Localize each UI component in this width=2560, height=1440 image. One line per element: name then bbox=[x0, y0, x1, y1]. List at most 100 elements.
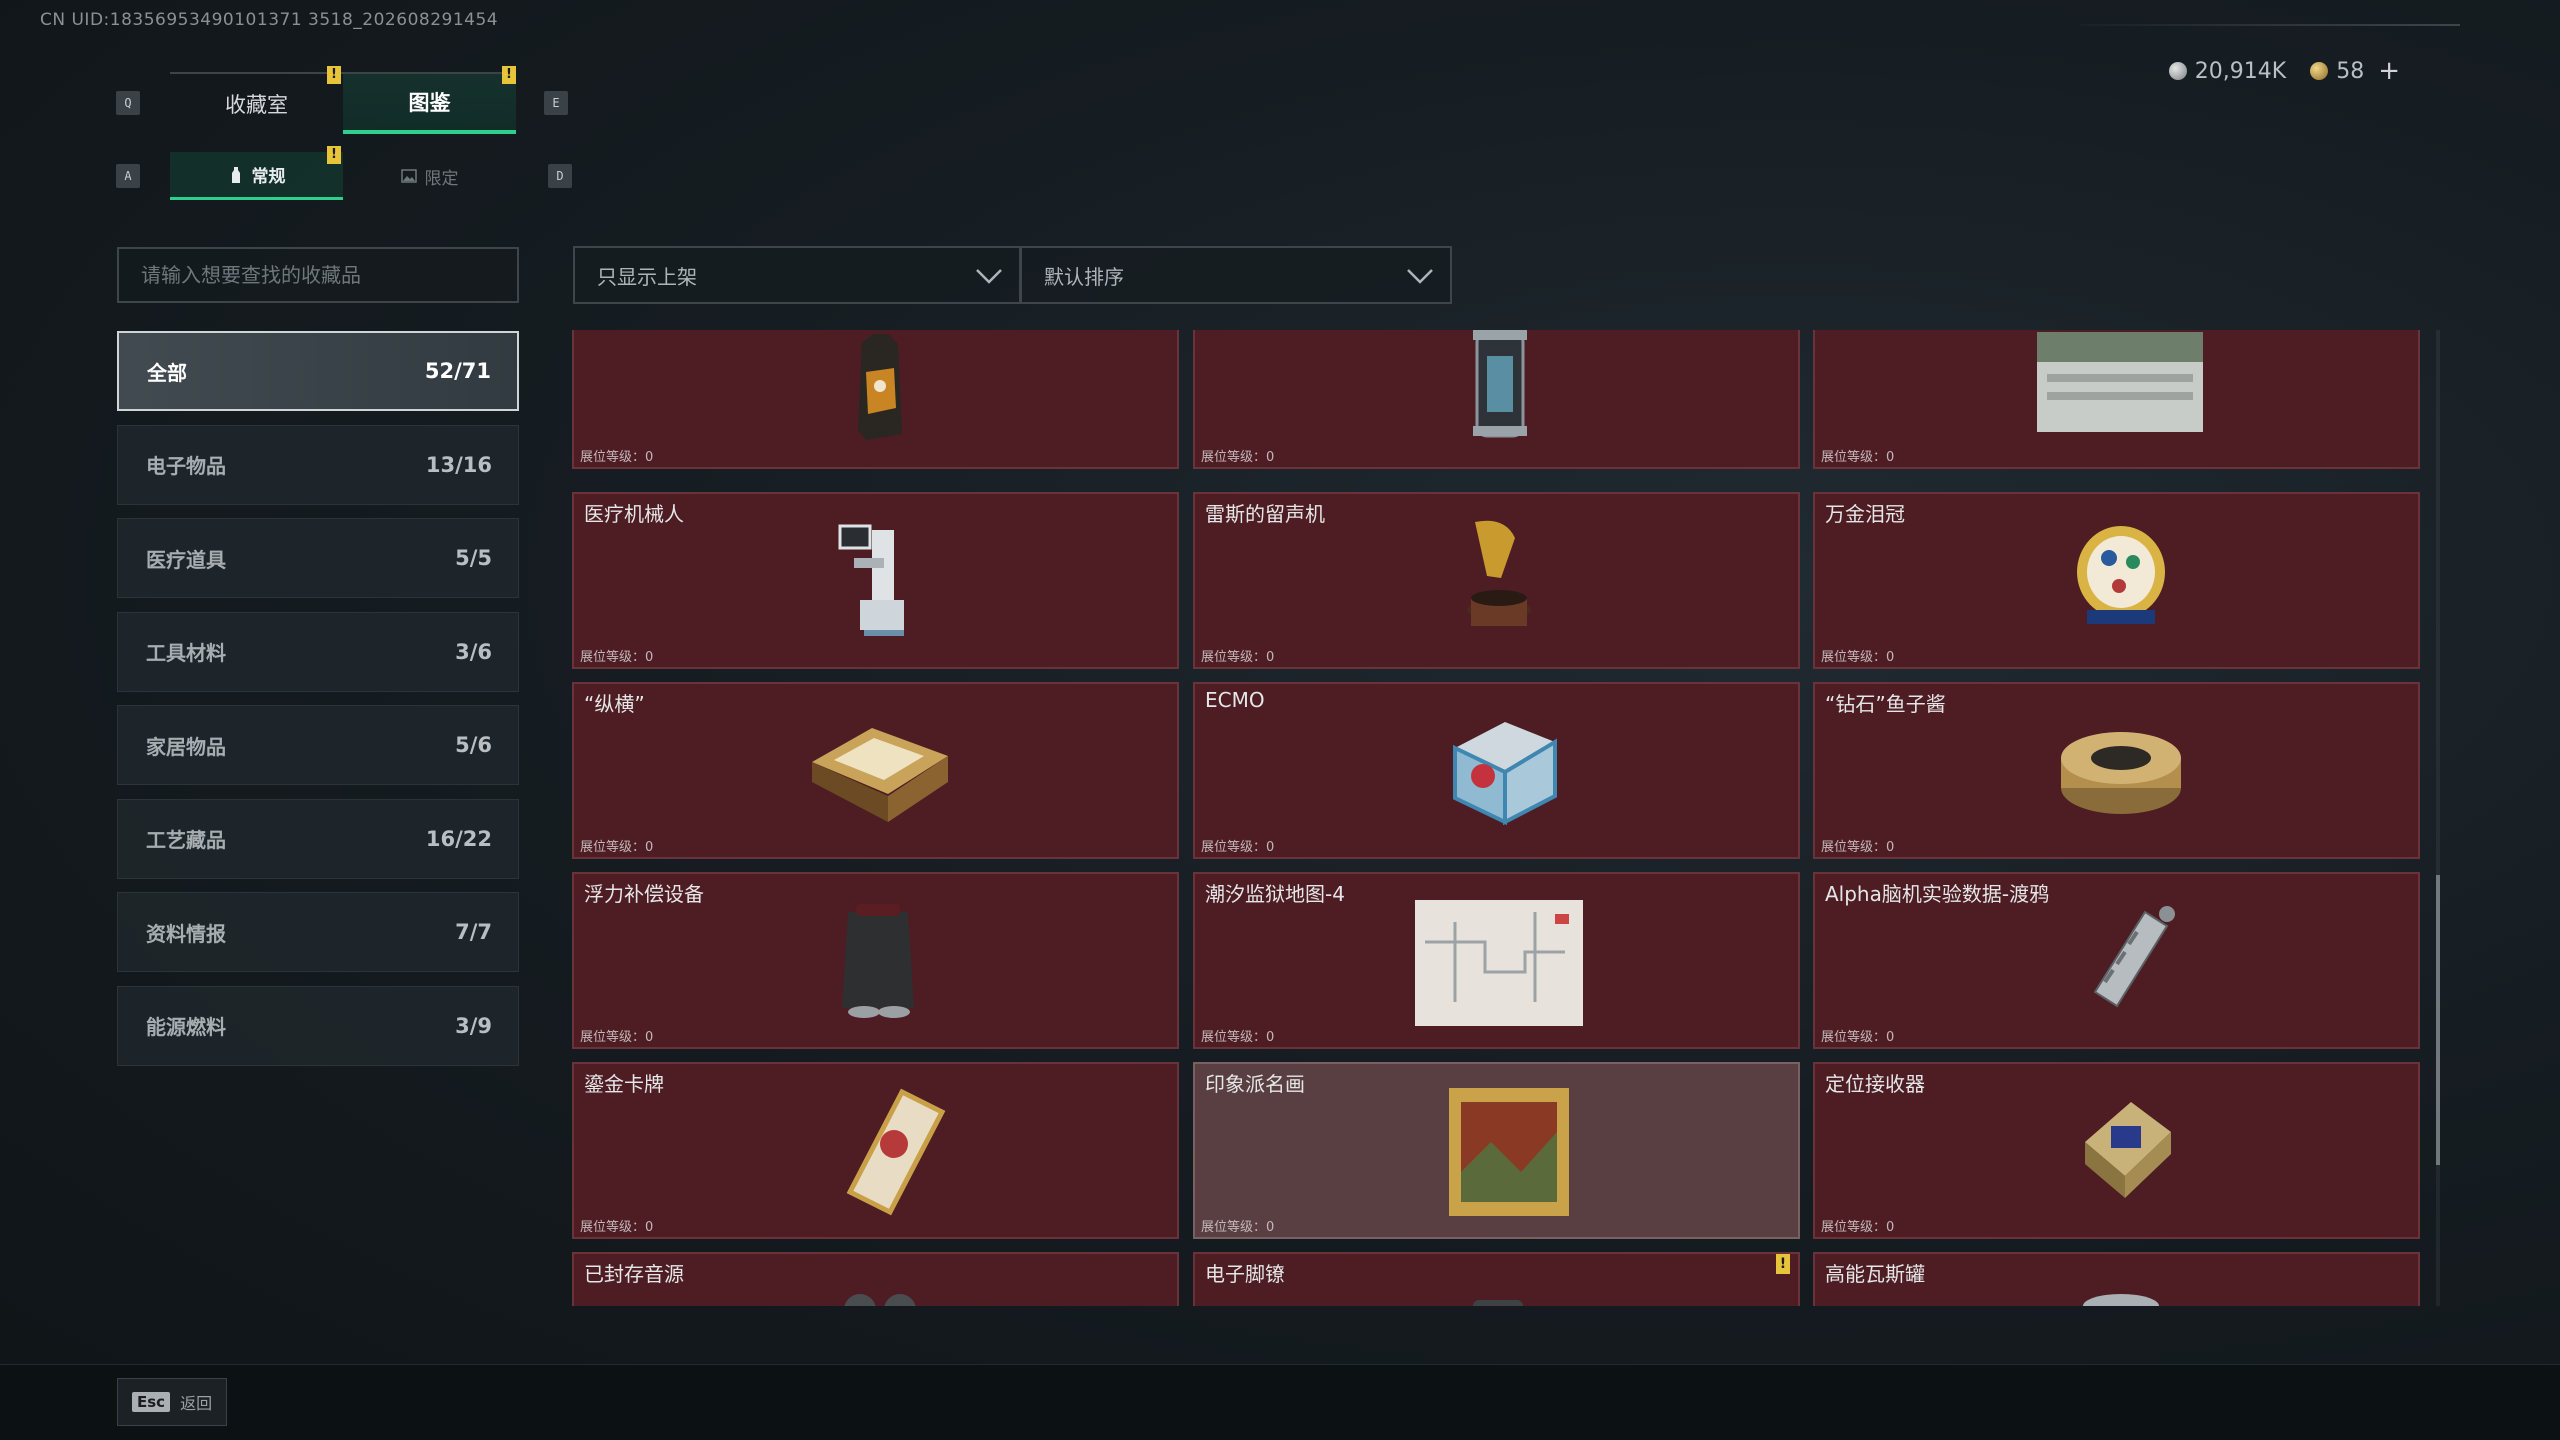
item-name: “纵横” bbox=[584, 692, 645, 716]
item-card[interactable]: “纵横” 展位等级：0 bbox=[572, 682, 1179, 859]
category-label: 家居物品 bbox=[146, 734, 226, 759]
uid-label: CN UID:18356953490101371 3518_2026082914… bbox=[40, 10, 499, 30]
esc-key-hint: Esc bbox=[132, 1392, 171, 1412]
subtab-label: 常规 bbox=[251, 167, 286, 187]
item-card[interactable]: 万金泪冠 展位等级：0 bbox=[1813, 492, 2420, 669]
item-name: 潮汐监狱地图-4 bbox=[1205, 882, 1345, 906]
tab-collection-room[interactable]: 收藏室 ! bbox=[170, 66, 343, 134]
booth-level: 展位等级：0 bbox=[1821, 450, 1895, 465]
item-name: 电子脚镣 bbox=[1205, 1262, 1285, 1286]
item-name: 雷斯的留声机 bbox=[1205, 502, 1325, 526]
tab-encyclopedia[interactable]: 图鉴 ! bbox=[343, 66, 516, 134]
item-card[interactable]: 浮力补偿设备 展位等级：0 bbox=[572, 872, 1179, 1049]
chevron-down-icon bbox=[976, 269, 1002, 284]
data-canister-icon bbox=[2093, 906, 2175, 1008]
item-card[interactable]: 展位等级：0 bbox=[572, 330, 1179, 469]
display-filter-dropdown[interactable]: 只显示上架 bbox=[573, 246, 1021, 304]
booth-level: 展位等级：0 bbox=[1201, 1030, 1275, 1045]
item-name: 医疗机械人 bbox=[584, 502, 684, 526]
back-button[interactable]: Esc 返回 bbox=[117, 1378, 227, 1426]
alert-badge: ! bbox=[327, 66, 341, 84]
item-card[interactable]: “钻石”鱼子酱 展位等级：0 bbox=[1813, 682, 2420, 859]
dropdown-value: 只显示上架 bbox=[597, 264, 697, 289]
subtab-limited[interactable]: 限定 bbox=[343, 152, 516, 200]
receiver-icon bbox=[2085, 1102, 2171, 1198]
chevron-down-icon bbox=[1407, 269, 1433, 284]
category-intel[interactable]: 资料情报 7/7 bbox=[117, 892, 519, 972]
item-card[interactable]: 定位接收器 展位等级：0 bbox=[1813, 1062, 2420, 1239]
add-currency-button[interactable]: + bbox=[2378, 56, 2400, 86]
category-count: 5/5 bbox=[455, 546, 492, 570]
sub-tabs: 常规 ! 限定 bbox=[170, 146, 516, 200]
category-label: 资料情报 bbox=[146, 921, 226, 946]
framed-painting-icon bbox=[1449, 1088, 1569, 1216]
item-card[interactable]: 展位等级：0 bbox=[1813, 330, 2420, 469]
silver-coin-icon bbox=[2168, 61, 2187, 80]
category-energy[interactable]: 能源燃料 3/9 bbox=[117, 985, 519, 1066]
dropdown-value: 默认排序 bbox=[1044, 264, 1124, 289]
category-label: 工艺藏品 bbox=[146, 828, 226, 852]
category-crafts[interactable]: 工艺藏品 16/22 bbox=[117, 798, 519, 879]
gramophone-icon bbox=[1467, 520, 1531, 626]
bottom-bar bbox=[0, 1364, 2560, 1440]
item-card[interactable]: 展位等级：0 bbox=[1193, 330, 1800, 469]
coffee-bag-icon bbox=[858, 334, 902, 440]
item-name: ECMO bbox=[1205, 688, 1265, 712]
gas-tank-icon bbox=[2083, 1294, 2159, 1306]
item-name: 鎏金卡牌 bbox=[584, 1072, 664, 1096]
booth-level: 展位等级：0 bbox=[580, 650, 654, 665]
item-card[interactable]: Alpha脑机实验数据-渡鸦 展位等级：0 bbox=[1813, 872, 2420, 1049]
tab-label: 收藏室 bbox=[225, 93, 288, 117]
reactor-core-icon bbox=[1473, 330, 1527, 438]
item-card[interactable]: 已封存音源 bbox=[572, 1252, 1179, 1306]
category-label: 全部 bbox=[147, 360, 187, 385]
bottle-icon bbox=[231, 166, 240, 183]
image-icon bbox=[400, 169, 417, 183]
category-electronics[interactable]: 电子物品 13/16 bbox=[117, 424, 519, 505]
item-card[interactable]: ECMO 展位等级：0 bbox=[1193, 682, 1800, 859]
caviar-tin-icon bbox=[2061, 732, 2181, 814]
item-card[interactable]: 医疗机械人 展位等级：0 bbox=[572, 492, 1179, 669]
booth-level: 展位等级：0 bbox=[1821, 1220, 1895, 1235]
server-box-icon bbox=[2037, 332, 2203, 432]
scrollbar-thumb[interactable] bbox=[2436, 875, 2440, 1165]
chess-board-icon bbox=[812, 728, 948, 822]
item-grid: 展位等级：0 展位等级：0 展位等级：0 医疗机械人 展位等级：0 雷斯的留声机… bbox=[572, 330, 2426, 1306]
item-card[interactable]: 高能瓦斯罐 bbox=[1813, 1252, 2420, 1306]
subtab-regular[interactable]: 常规 ! bbox=[170, 146, 343, 200]
booth-level: 展位等级：0 bbox=[580, 1030, 654, 1045]
item-card[interactable]: 潮汐监狱地图-4 展位等级：0 bbox=[1193, 872, 1800, 1049]
sort-dropdown[interactable]: 默认排序 bbox=[1020, 246, 1452, 304]
item-card[interactable]: 印象派名画 展位等级：0 bbox=[1193, 1062, 1800, 1239]
category-tools[interactable]: 工具材料 3/6 bbox=[117, 611, 519, 692]
item-name: 已封存音源 bbox=[584, 1262, 684, 1286]
category-household[interactable]: 家居物品 5/6 bbox=[117, 705, 519, 785]
category-label: 能源燃料 bbox=[146, 1015, 226, 1039]
subtab-label: 限定 bbox=[424, 168, 459, 189]
category-label: 医疗道具 bbox=[146, 547, 226, 572]
category-all[interactable]: 全部 52/71 bbox=[117, 331, 519, 411]
top-decor-line bbox=[2080, 24, 2460, 26]
category-label: 工具材料 bbox=[146, 641, 226, 665]
ecmo-machine-icon bbox=[1453, 722, 1557, 826]
item-name: Alpha脑机实验数据-渡鸦 bbox=[1825, 882, 2050, 906]
silver-currency: 20,914K bbox=[2168, 59, 2286, 84]
currency-bar: 20,914K 58 + bbox=[2168, 54, 2400, 88]
back-label: 返回 bbox=[180, 1394, 213, 1413]
category-count: 7/7 bbox=[455, 920, 492, 944]
grid-scrollbar[interactable] bbox=[2436, 330, 2440, 1306]
item-name: 浮力补偿设备 bbox=[584, 882, 704, 906]
item-card[interactable]: 电子脚镣 ! bbox=[1193, 1252, 1800, 1306]
item-card[interactable]: 雷斯的留声机 展位等级：0 bbox=[1193, 492, 1800, 669]
key-hint-e: E bbox=[544, 91, 568, 115]
category-count: 3/9 bbox=[455, 1013, 492, 1038]
search-input[interactable] bbox=[117, 247, 519, 303]
item-card[interactable]: 鎏金卡牌 展位等级：0 bbox=[572, 1062, 1179, 1239]
booth-level: 展位等级：0 bbox=[580, 450, 654, 465]
ankle-monitor-icon bbox=[1473, 1300, 1523, 1306]
category-count: 52/71 bbox=[424, 359, 491, 383]
booth-level: 展位等级：0 bbox=[580, 840, 654, 855]
gold-coin-icon bbox=[2310, 61, 2329, 80]
prison-map-icon bbox=[1415, 900, 1583, 1026]
category-medical[interactable]: 医疗道具 5/5 bbox=[117, 518, 519, 598]
